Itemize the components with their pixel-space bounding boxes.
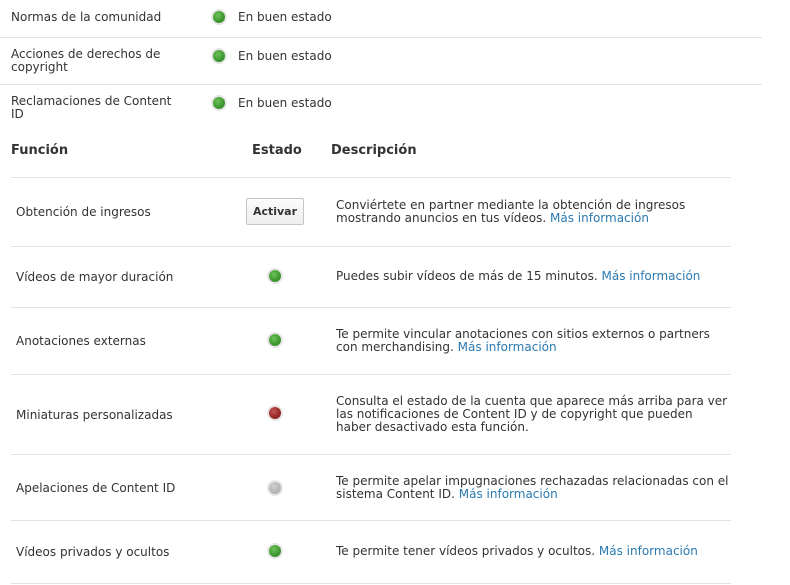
- more-info-link[interactable]: Más información: [599, 544, 698, 558]
- description-text: Consulta el estado de la cuenta que apar…: [336, 394, 728, 434]
- status-label: Normas de la comunidad: [11, 10, 162, 24]
- status-gray-dot-icon: [269, 482, 281, 494]
- feature-name: Vídeos privados y ocultos: [16, 545, 170, 559]
- feature-name: Obtención de ingresos: [16, 205, 151, 219]
- feature-name: Vídeos de mayor duración: [16, 270, 174, 284]
- feature-description: Te permite tener vídeos privados y ocult…: [336, 545, 731, 558]
- status-label: Reclamaciones de Content ID: [11, 94, 172, 121]
- status-row-community-guidelines: Normas de la comunidad En buen estado: [0, 0, 762, 38]
- status-green-dot-icon: [213, 11, 225, 23]
- feature-row-private-videos: Vídeos privados y ocultos Te permite ten…: [11, 520, 731, 584]
- feature-description: Te permite vincular anotaciones con siti…: [336, 328, 731, 354]
- status-row-content-id: Reclamaciones de Content ID En buen esta…: [0, 85, 762, 121]
- header-status: Estado: [252, 143, 302, 158]
- more-info-link[interactable]: Más información: [550, 211, 649, 225]
- status-text: En buen estado: [238, 96, 332, 110]
- feature-description: Te permite apelar impugnaciones rechazad…: [336, 475, 731, 501]
- feature-description: Conviértete en partner mediante la obten…: [336, 199, 731, 225]
- feature-description: Puedes subir vídeos de más de 15 minutos…: [336, 270, 731, 283]
- status-green-dot-icon: [269, 334, 281, 346]
- activate-button[interactable]: Activar: [246, 198, 304, 225]
- more-info-link[interactable]: Más información: [601, 269, 700, 283]
- status-label: Acciones de derechos de copyright: [11, 47, 161, 74]
- status-red-dot-icon: [269, 407, 281, 419]
- status-text: En buen estado: [238, 49, 332, 63]
- feature-row-content-id-appeals: Apelaciones de Content ID Te permite ape…: [11, 454, 731, 521]
- feature-row-longer-videos: Vídeos de mayor duración Puedes subir ví…: [11, 246, 731, 308]
- status-row-copyright: Acciones de derechos de copyright En bue…: [0, 38, 762, 85]
- feature-row-monetization: Obtención de ingresos Activar Conviértet…: [11, 177, 731, 246]
- header-description: Descripción: [331, 143, 417, 158]
- header-feature: Función: [11, 143, 69, 158]
- status-green-dot-icon: [269, 545, 281, 557]
- status-green-dot-icon: [213, 97, 225, 109]
- description-text: Puedes subir vídeos de más de 15 minutos…: [336, 269, 598, 283]
- feature-name: Apelaciones de Content ID: [16, 481, 176, 495]
- more-info-link[interactable]: Más información: [459, 487, 558, 501]
- feature-row-external-annotations: Anotaciones externas Te permite vincular…: [11, 307, 731, 375]
- description-text: Te permite tener vídeos privados y ocult…: [336, 544, 596, 558]
- status-green-dot-icon: [213, 50, 225, 62]
- status-text: En buen estado: [238, 10, 332, 24]
- feature-description: Consulta el estado de la cuenta que apar…: [336, 395, 731, 434]
- status-green-dot-icon: [269, 270, 281, 282]
- feature-name: Anotaciones externas: [16, 334, 146, 348]
- more-info-link[interactable]: Más información: [458, 340, 557, 354]
- feature-name: Miniaturas personalizadas: [16, 408, 173, 422]
- feature-row-custom-thumbnails: Miniaturas personalizadas Consulta el es…: [11, 374, 731, 455]
